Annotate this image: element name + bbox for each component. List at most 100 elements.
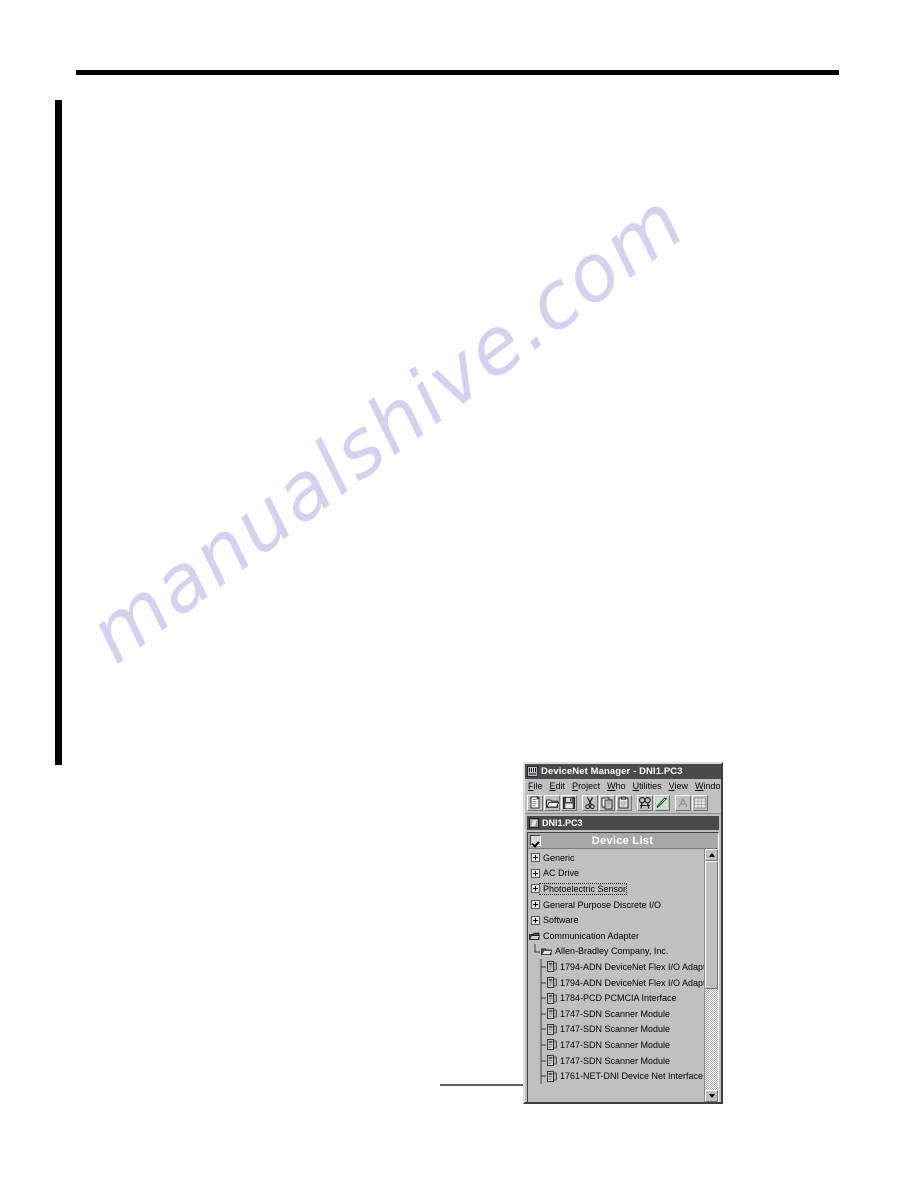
device-tree-item[interactable]: AC Drive — [528, 866, 704, 882]
devicenet-manager-window[interactable]: DeviceNet Manager - DNI1.PC3 File Edit P… — [523, 762, 723, 1104]
device-tree-item[interactable]: Communication Adapter — [528, 928, 704, 944]
window-title: DeviceNet Manager - DNI1.PC3 — [541, 766, 683, 777]
device-tree-item-label: General Purpose Discrete I/O — [543, 899, 662, 910]
device-tree-item[interactable]: 1747-SDN Scanner Module — [528, 1052, 704, 1069]
device-tree-item[interactable]: 1794-ADN DeviceNet Flex I/O Adapter — [528, 959, 704, 975]
window-title-bar[interactable]: DeviceNet Manager - DNI1.PC3 — [525, 764, 721, 779]
device-tree-item-label: 1794-ADN DeviceNet Flex I/O Adapter — [560, 977, 704, 988]
device-tree-item-label: 1794-ADN DeviceNet Flex I/O Adapter — [560, 961, 704, 972]
toolbar[interactable] — [525, 793, 721, 814]
tree-connector-icon — [540, 1052, 546, 1069]
device-list-header: Device List — [528, 833, 718, 849]
mdi-child-title-bar[interactable]: DNI1.PC3 — [527, 816, 719, 830]
folder-closed-icon — [529, 932, 540, 940]
device-tree[interactable]: Generic AC Drive Photoelectric Sensor Gener… — [528, 849, 704, 1102]
project-window-icon — [529, 818, 539, 828]
device-module-icon — [547, 961, 557, 973]
device-tree-item[interactable]: 1784-PCD PCMCIA Interface — [528, 990, 704, 1006]
menu-item-file-rest: ile — [533, 780, 543, 791]
menu-item-utilities[interactable]: Utilities — [633, 781, 662, 792]
mdi-child-title: DNI1.PC3 — [542, 818, 583, 828]
page-side-rule — [55, 100, 62, 765]
menu-item-edit-rest: dit — [555, 780, 566, 791]
datatable-icon[interactable] — [692, 795, 708, 811]
scroll-up-arrow-icon[interactable] — [705, 849, 718, 861]
watermark: manualshive.com — [73, 176, 860, 860]
device-tree-item-label: 1747-SDN Scanner Module — [560, 1008, 671, 1019]
device-module-icon — [547, 1023, 557, 1035]
device-list-checkbox[interactable] — [530, 835, 541, 846]
device-list-title: Device List — [591, 834, 654, 847]
device-tree-item[interactable]: 1761-NET-DNI Device Net Interface — [528, 1068, 704, 1084]
menu-bar[interactable]: File Edit Project Who Utilities View Win… — [525, 779, 721, 793]
device-module-icon — [547, 977, 557, 988]
devicenet-manager-icon — [527, 766, 538, 777]
menu-item-window[interactable]: Windo — [695, 781, 721, 792]
device-tree-item-label: Photoelectric Sensor — [538, 882, 628, 895]
tree-connector-icon — [540, 1021, 546, 1038]
tree-connector-icon — [540, 990, 546, 1006]
device-module-icon — [547, 1070, 557, 1082]
menu-item-project-rest: roject — [578, 780, 601, 791]
menu-item-utilities-rest: tilities — [639, 780, 662, 791]
menu-item-who[interactable]: Who — [607, 781, 626, 792]
device-tree-area: Generic AC Drive Photoelectric Sensor Gener… — [528, 849, 718, 1102]
menu-item-view[interactable]: View — [669, 781, 688, 792]
tree-connector-icon — [540, 1068, 546, 1084]
expander-plus-icon[interactable] — [531, 915, 540, 925]
device-tree-item[interactable]: Allen-Bradley Company, Inc. — [528, 943, 704, 960]
new-project-icon[interactable] — [527, 795, 543, 811]
device-tree-item-label: Generic — [543, 852, 575, 863]
device-tree-item[interactable]: 1747-SDN Scanner Module — [528, 1037, 704, 1053]
device-tree-item-label: Allen-Bradley Company, Inc. — [555, 946, 669, 957]
device-tree-item[interactable]: 1747-SDN Scanner Module — [528, 1005, 704, 1022]
scrollbar-track[interactable] — [705, 861, 718, 1090]
who-active-icon[interactable] — [637, 795, 653, 811]
device-tree-item[interactable]: Photoelectric Sensor — [528, 881, 704, 897]
device-module-icon — [547, 1039, 557, 1051]
device-tree-item[interactable]: 1747-SDN Scanner Module — [528, 1021, 704, 1038]
device-module-icon — [547, 1055, 557, 1066]
device-tree-item-label: 1747-SDN Scanner Module — [560, 1055, 671, 1066]
tree-connector-icon — [540, 1037, 546, 1053]
device-tree-item-label: 1747-SDN Scanner Module — [560, 1039, 671, 1050]
page-header-rule — [76, 70, 839, 75]
device-tree-item-label: 1784-PCD PCMCIA Interface — [560, 993, 677, 1004]
network-who-icon[interactable] — [654, 795, 670, 811]
tree-connector-icon — [540, 959, 546, 975]
save-project-icon[interactable] — [561, 795, 577, 811]
device-list-panel: Device List Generic AC Drive Photoelectric… — [527, 832, 719, 1102]
expander-plus-icon[interactable] — [531, 853, 540, 863]
device-tree-item-label: 1761-NET-DNI Device Net Interface — [560, 1071, 704, 1082]
folder-open-icon — [541, 948, 552, 956]
expander-plus-icon[interactable] — [531, 884, 540, 894]
device-tree-item-label: Software — [543, 915, 579, 926]
device-tree-item[interactable]: 1794-ADN DeviceNet Flex I/O Adapter — [528, 974, 704, 991]
device-tree-item[interactable]: General Purpose Discrete I/O — [528, 897, 704, 913]
open-project-icon[interactable] — [544, 795, 560, 811]
device-config-icon[interactable] — [675, 795, 691, 811]
menu-item-view-rest: iew — [674, 780, 688, 791]
expander-plus-icon[interactable] — [531, 868, 540, 878]
menu-item-window-rest: indo — [703, 780, 721, 791]
menu-item-edit[interactable]: Edit — [550, 781, 566, 792]
device-tree-item[interactable]: Generic — [528, 850, 704, 866]
paste-icon[interactable] — [616, 795, 632, 811]
device-module-icon — [547, 1008, 557, 1020]
tree-connector-icon — [534, 943, 540, 953]
device-tree-scrollbar[interactable] — [704, 849, 718, 1102]
menu-item-who-rest: ho — [615, 780, 626, 791]
copy-icon[interactable] — [599, 795, 615, 811]
expander-plus-icon[interactable] — [531, 900, 540, 910]
scrollbar-thumb[interactable] — [705, 861, 718, 990]
device-tree-item[interactable]: Software — [528, 912, 704, 928]
menu-item-file[interactable]: File — [528, 781, 543, 792]
device-module-icon — [547, 992, 557, 1004]
menu-item-project[interactable]: Project — [572, 781, 600, 792]
tree-connector-icon — [540, 974, 546, 991]
tree-connector-icon — [540, 1005, 546, 1022]
cut-icon[interactable] — [582, 795, 598, 811]
device-tree-item-label: 1747-SDN Scanner Module — [560, 1024, 671, 1035]
watermark-text: manualshive.com — [72, 176, 702, 681]
scroll-down-arrow-icon[interactable] — [705, 1090, 718, 1102]
